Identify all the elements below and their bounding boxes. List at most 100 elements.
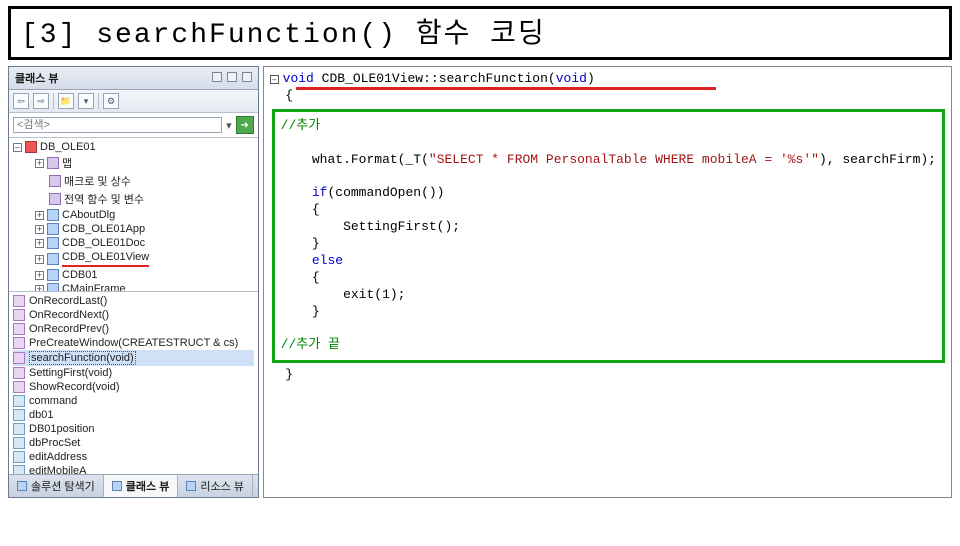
expand-icon[interactable]: + <box>35 271 44 280</box>
class-view-search: ▾ ➜ <box>9 113 258 138</box>
member-item[interactable]: DB01position <box>13 422 254 436</box>
tree-item[interactable]: + CMainFrame <box>13 282 256 292</box>
tab-resource-view[interactable]: 리소스 뷰 <box>178 475 253 497</box>
member-item[interactable]: PreCreateWindow(CREATESTRUCT & cs) <box>13 336 254 350</box>
tree-item[interactable]: + CDB_OLE01App <box>13 222 256 236</box>
search-input[interactable] <box>13 117 222 133</box>
dropdown-icon[interactable]: ▾ <box>226 119 232 132</box>
expand-icon[interactable]: + <box>35 285 44 293</box>
code-line: what.Format(_T("SELECT * FROM PersonalTa… <box>281 152 936 169</box>
tree-label: DB_OLE01 <box>40 141 96 153</box>
field-icon <box>13 423 25 435</box>
method-icon <box>13 381 25 393</box>
expand-icon[interactable]: + <box>35 211 44 220</box>
member-item[interactable]: OnRecordLast() <box>13 294 254 308</box>
code-line: SettingFirst(); <box>281 219 936 236</box>
tree-label: CDB01 <box>62 269 97 281</box>
member-label: OnRecordPrev() <box>29 323 109 335</box>
member-item[interactable]: OnRecordPrev() <box>13 322 254 336</box>
toolbar-separator <box>98 93 99 109</box>
member-item[interactable]: ShowRecord(void) <box>13 380 254 394</box>
field-icon <box>13 465 25 474</box>
added-code-block: //추가 what.Format(_T("SELECT * FROM Perso… <box>272 109 945 363</box>
method-icon <box>13 337 25 349</box>
outline-toggle-icon[interactable]: – <box>270 75 279 84</box>
code-blank <box>281 320 936 337</box>
folder-icon <box>49 193 61 205</box>
member-item[interactable]: SettingFirst(void) <box>13 366 254 380</box>
member-item[interactable]: editMobileA <box>13 464 254 474</box>
class-tree[interactable]: – DB_OLE01 + 맵 매크로 및 상수 전역 함수 및 변수 + <box>9 138 258 292</box>
field-icon <box>13 437 25 449</box>
method-icon <box>13 309 25 321</box>
panel-tabs: 솔루션 탐색기 클래스 뷰 리소스 뷰 <box>9 474 258 497</box>
method-icon <box>13 323 25 335</box>
resource-icon <box>186 481 196 491</box>
close-icon[interactable] <box>242 72 252 82</box>
tab-solution-explorer[interactable]: 솔루션 탐색기 <box>9 475 104 497</box>
dropdown-icon[interactable] <box>212 72 222 82</box>
expand-icon[interactable]: + <box>35 255 44 264</box>
field-icon <box>13 409 25 421</box>
code-line: } <box>281 236 936 253</box>
member-label: command <box>29 395 77 407</box>
tab-label: 리소스 뷰 <box>200 478 244 494</box>
go-icon[interactable]: ➜ <box>236 116 254 134</box>
classview-icon <box>112 481 122 491</box>
member-item[interactable]: db01 <box>13 408 254 422</box>
tree-item[interactable]: + CAboutDlg <box>13 208 256 222</box>
tree-item[interactable]: + CDB_OLE01Doc <box>13 236 256 250</box>
tree-label: CMainFrame <box>62 283 126 292</box>
toolbar-separator <box>53 93 54 109</box>
code-line: } <box>281 304 936 321</box>
class-view-toolbar: ⇦ ⇨ 📁 ▾ ⚙ <box>9 90 258 113</box>
member-label: DB01position <box>29 423 94 435</box>
class-icon <box>47 237 59 249</box>
dropdown-icon[interactable]: ▾ <box>78 93 94 109</box>
tree-label: CAboutDlg <box>62 209 115 221</box>
tab-class-view[interactable]: 클래스 뷰 <box>104 475 179 497</box>
member-item-selected[interactable]: searchFunction(void) <box>13 350 254 366</box>
panel-controls[interactable] <box>210 72 252 85</box>
new-folder-icon[interactable]: 📁 <box>58 93 74 109</box>
expand-icon[interactable]: + <box>35 159 44 168</box>
class-view-title: 클래스 뷰 <box>15 70 59 86</box>
member-label: dbProcSet <box>29 437 80 449</box>
method-icon <box>13 367 25 379</box>
member-item[interactable]: dbProcSet <box>13 436 254 450</box>
tab-label: 클래스 뷰 <box>126 478 170 494</box>
tree-item[interactable]: 전역 함수 및 변수 <box>13 190 256 208</box>
back-icon[interactable]: ⇦ <box>13 93 29 109</box>
member-item[interactable]: editAddress <box>13 450 254 464</box>
member-label: OnRecordLast() <box>29 295 107 307</box>
code-line: { <box>281 270 936 287</box>
pin-icon[interactable] <box>227 72 237 82</box>
expand-icon[interactable]: + <box>35 239 44 248</box>
class-view-panel: 클래스 뷰 ⇦ ⇨ 📁 ▾ ⚙ ▾ ➜ – DB_OLE01 <box>8 66 259 498</box>
code-line: } <box>270 367 945 384</box>
field-icon <box>13 395 25 407</box>
code-comment: //추가 끝 <box>281 337 936 354</box>
tree-label: CDB_OLE01View <box>62 251 149 267</box>
tree-root[interactable]: – DB_OLE01 <box>13 140 256 154</box>
tree-item[interactable]: + 맵 <box>13 154 256 172</box>
collapse-icon[interactable]: – <box>13 143 22 152</box>
tree-item[interactable]: + CDB01 <box>13 268 256 282</box>
member-label: ShowRecord(void) <box>29 381 119 393</box>
field-icon <box>13 451 25 463</box>
tree-label: 맵 <box>62 155 72 171</box>
code-editor[interactable]: –void CDB_OLE01View::searchFunction(void… <box>263 66 952 498</box>
member-label: searchFunction(void) <box>29 351 136 365</box>
member-item[interactable]: OnRecordNext() <box>13 308 254 322</box>
tree-item[interactable]: 매크로 및 상수 <box>13 172 256 190</box>
member-list[interactable]: OnRecordLast() OnRecordNext() OnRecordPr… <box>9 292 258 474</box>
settings-icon[interactable]: ⚙ <box>103 93 119 109</box>
tree-item[interactable]: + CDB_OLE01View <box>13 250 256 268</box>
forward-icon[interactable]: ⇨ <box>33 93 49 109</box>
tree-label: 전역 함수 및 변수 <box>64 191 144 207</box>
code-line: { <box>270 88 945 105</box>
expand-icon[interactable]: + <box>35 225 44 234</box>
member-item[interactable]: command <box>13 394 254 408</box>
code-blank <box>281 135 936 152</box>
member-label: editMobileA <box>29 465 86 474</box>
